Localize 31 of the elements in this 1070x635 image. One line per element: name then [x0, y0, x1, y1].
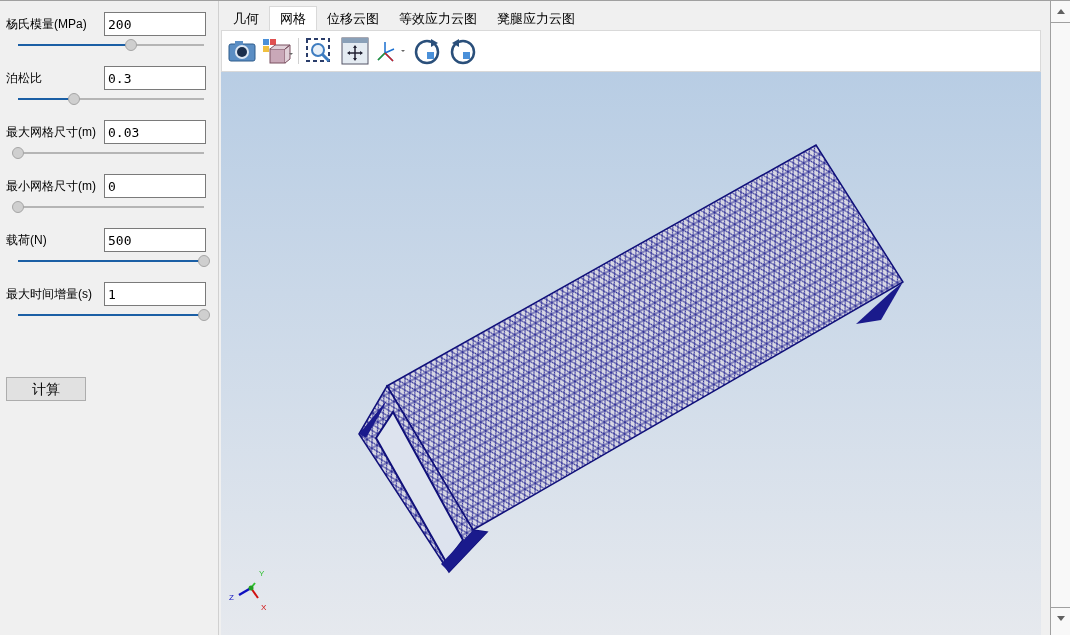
tab[interactable]: 位移云图 [317, 8, 389, 30]
parameter-label: 泊松比 [6, 70, 42, 87]
axis-label: X [261, 604, 267, 612]
slider-thumb[interactable] [125, 39, 138, 51]
mesh-cube-icon[interactable] [262, 36, 294, 66]
parameter-label: 最大网格尺寸(m) [6, 124, 96, 141]
scrollbar[interactable] [1050, 1, 1070, 635]
tab[interactable]: 网格 [269, 6, 317, 30]
parameter-label: 最小网格尺寸(m) [6, 178, 96, 195]
slider-thumb[interactable] [198, 309, 210, 321]
tab[interactable]: 等效应力云图 [389, 8, 487, 30]
fit-view-icon[interactable] [339, 36, 371, 66]
axis-label: Z [229, 594, 234, 602]
input-field[interactable]: 200 [104, 12, 206, 36]
slider-thumb[interactable] [12, 201, 24, 213]
parameter-label: 最大时间增量(s) [6, 286, 92, 303]
input-field[interactable]: 0 [104, 174, 206, 198]
input-field[interactable]: 0.3 [104, 66, 206, 90]
compute-button[interactable]: 计算 [6, 377, 86, 401]
tab[interactable]: 几何 [223, 8, 269, 30]
slider-thumb[interactable] [198, 255, 210, 267]
input-field[interactable]: 0.03 [104, 120, 206, 144]
parameter-label: 杨氏模量(MPa) [6, 16, 87, 33]
slider-thumb[interactable] [12, 147, 24, 159]
3d-viewport[interactable]: Y Z X [221, 72, 1041, 635]
input-field[interactable]: 500 [104, 228, 206, 252]
tab[interactable]: 凳腿应力云图 [487, 8, 585, 30]
input-field[interactable]: 1 [104, 282, 206, 306]
parameter-label: 载荷(N) [6, 232, 47, 249]
axis-label: Y [259, 570, 265, 578]
slider-thumb[interactable] [67, 93, 80, 105]
